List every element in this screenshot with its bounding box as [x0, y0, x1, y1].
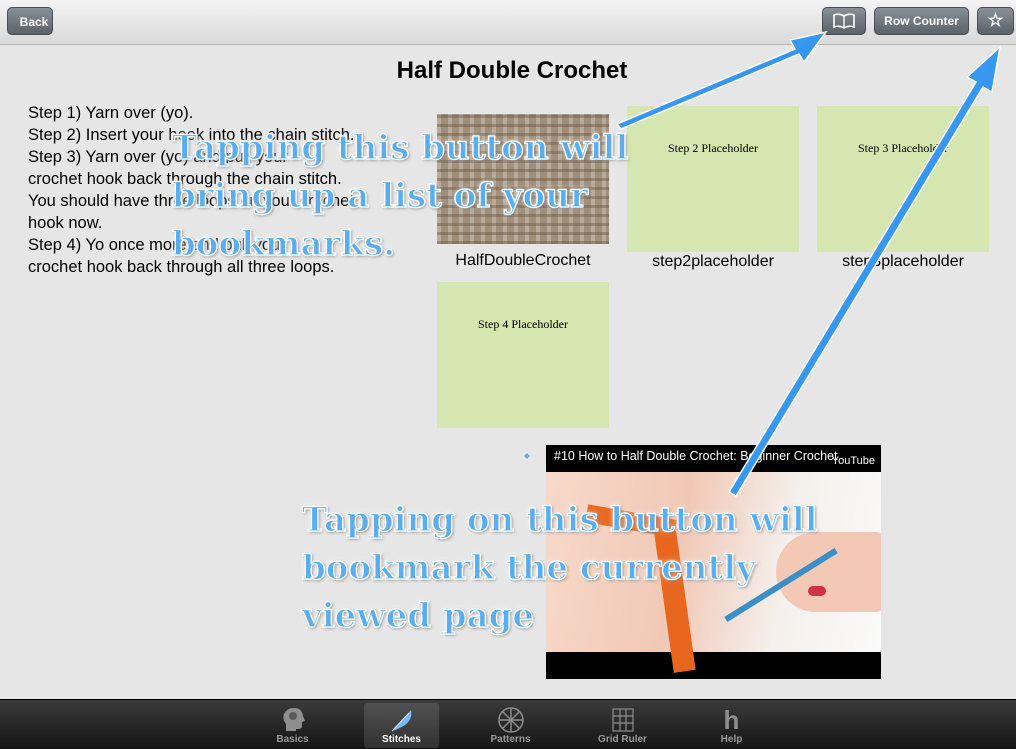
row-counter-button[interactable]: Row Counter — [874, 7, 969, 35]
decorative-mark — [524, 453, 530, 459]
tab-label: Grid Ruler — [598, 734, 647, 745]
tab-patterns[interactable]: Patterns — [473, 703, 548, 748]
tab-label: Help — [720, 734, 743, 745]
annotation-line: bookmark the currently — [301, 547, 756, 588]
annotation-line: bookmarks. — [171, 223, 396, 264]
annotation-line: viewed page — [301, 595, 535, 636]
bookmark-page-annotation: Tapping on this button will bookmark the… — [301, 496, 818, 640]
tab-grid-ruler[interactable]: Grid Ruler — [585, 703, 660, 748]
grid-icon — [585, 705, 660, 735]
head-icon — [255, 705, 330, 735]
tab-basics[interactable]: Basics — [255, 703, 330, 748]
help-icon: h — [723, 705, 740, 735]
navigation-bar: Back Row Counter ☆ — [0, 0, 1016, 45]
tab-stitches[interactable]: Stitches — [364, 703, 439, 748]
tab-bar: Basics Stitches Patterns Grid Ruler h He… — [0, 699, 1016, 749]
back-button[interactable]: Back — [7, 7, 53, 35]
placeholder-label: Step 3 Placeholder — [858, 141, 948, 155]
bookmark-page-button[interactable]: ☆ — [977, 7, 1014, 35]
placeholder-image: Step 3 Placeholder — [817, 106, 989, 252]
youtube-logo: YouTube — [831, 455, 875, 467]
bookmarks-button[interactable] — [822, 7, 866, 35]
placeholder-label: Step 4 Placeholder — [478, 317, 568, 331]
tab-label: Basics — [276, 734, 309, 745]
placeholder-image: Step 4 Placeholder — [437, 282, 609, 428]
video-title: #10 How to Half Double Crochet: Beginner… — [554, 449, 838, 463]
tab-help[interactable]: h Help — [694, 703, 769, 748]
placeholder-image: Step 2 Placeholder — [627, 106, 799, 252]
tab-label: Stitches — [382, 734, 421, 745]
snowflake-icon — [473, 705, 548, 735]
gallery-caption: step3placeholder — [842, 253, 964, 270]
page-title: Half Double Crochet — [396, 57, 628, 84]
step-line: Step 1) Yarn over (yo). — [28, 104, 194, 122]
placeholder-label: Step 2 Placeholder — [668, 141, 758, 155]
gallery-caption: step2placeholder — [652, 253, 774, 270]
book-icon — [832, 13, 856, 33]
bookmarks-annotation: Tapping this button will bring up a list… — [171, 124, 629, 268]
tab-label: Patterns — [490, 734, 531, 745]
star-icon: ☆ — [987, 10, 1004, 30]
annotation-line: bring up a list of your — [171, 175, 588, 216]
annotation-line: Tapping on this button will — [301, 499, 818, 540]
feather-icon — [364, 705, 439, 735]
annotation-line: Tapping this button will — [171, 127, 629, 168]
